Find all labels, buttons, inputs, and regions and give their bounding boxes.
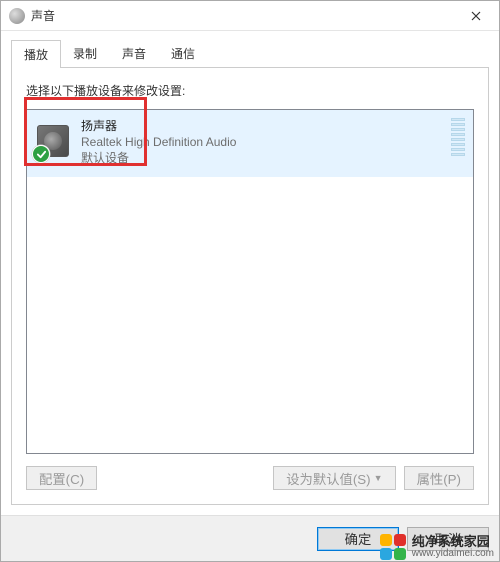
tab-bar: 播放 录制 声音 通信 — [11, 39, 489, 67]
dialog-footer: 确定 取消 — [1, 515, 499, 561]
level-meter-icon — [451, 118, 465, 156]
device-driver: Realtek High Definition Audio — [81, 134, 236, 150]
device-status: 默认设备 — [81, 150, 236, 166]
device-list[interactable]: 扬声器 Realtek High Definition Audio 默认设备 — [26, 109, 474, 454]
device-text: 扬声器 Realtek High Definition Audio 默认设备 — [81, 118, 236, 167]
panel-button-row: 配置(C) 设为默认值(S) ▼ 属性(P) — [26, 466, 474, 490]
window-title: 声音 — [31, 7, 453, 24]
device-icon-wrap — [37, 125, 71, 159]
tab-recording[interactable]: 录制 — [60, 39, 110, 67]
ok-button[interactable]: 确定 — [317, 527, 399, 551]
tab-communications[interactable]: 通信 — [158, 39, 208, 67]
app-icon — [9, 8, 25, 24]
configure-button[interactable]: 配置(C) — [26, 466, 97, 490]
default-check-icon — [32, 145, 50, 163]
chevron-down-icon: ▼ — [374, 473, 383, 483]
titlebar: 声音 — [1, 1, 499, 31]
close-icon — [471, 11, 481, 21]
properties-button[interactable]: 属性(P) — [404, 466, 474, 490]
instruction-text: 选择以下播放设备来修改设置: — [26, 82, 474, 99]
close-button[interactable] — [453, 1, 499, 31]
set-default-label: 设为默认值(S) — [286, 469, 370, 488]
sound-dialog: 声音 播放 录制 声音 通信 选择以下播放设备来修改设置: — [0, 0, 500, 562]
set-default-button[interactable]: 设为默认值(S) ▼ — [273, 466, 395, 490]
device-name: 扬声器 — [81, 118, 236, 134]
device-item[interactable]: 扬声器 Realtek High Definition Audio 默认设备 — [27, 110, 473, 177]
tab-panel-playback: 选择以下播放设备来修改设置: 扬声器 Realtek High Definiti… — [11, 67, 489, 505]
tab-playback[interactable]: 播放 — [11, 40, 61, 68]
cancel-button[interactable]: 取消 — [407, 527, 489, 551]
tab-sounds[interactable]: 声音 — [109, 39, 159, 67]
dialog-body: 播放 录制 声音 通信 选择以下播放设备来修改设置: 扬声器 Realte — [1, 31, 499, 515]
